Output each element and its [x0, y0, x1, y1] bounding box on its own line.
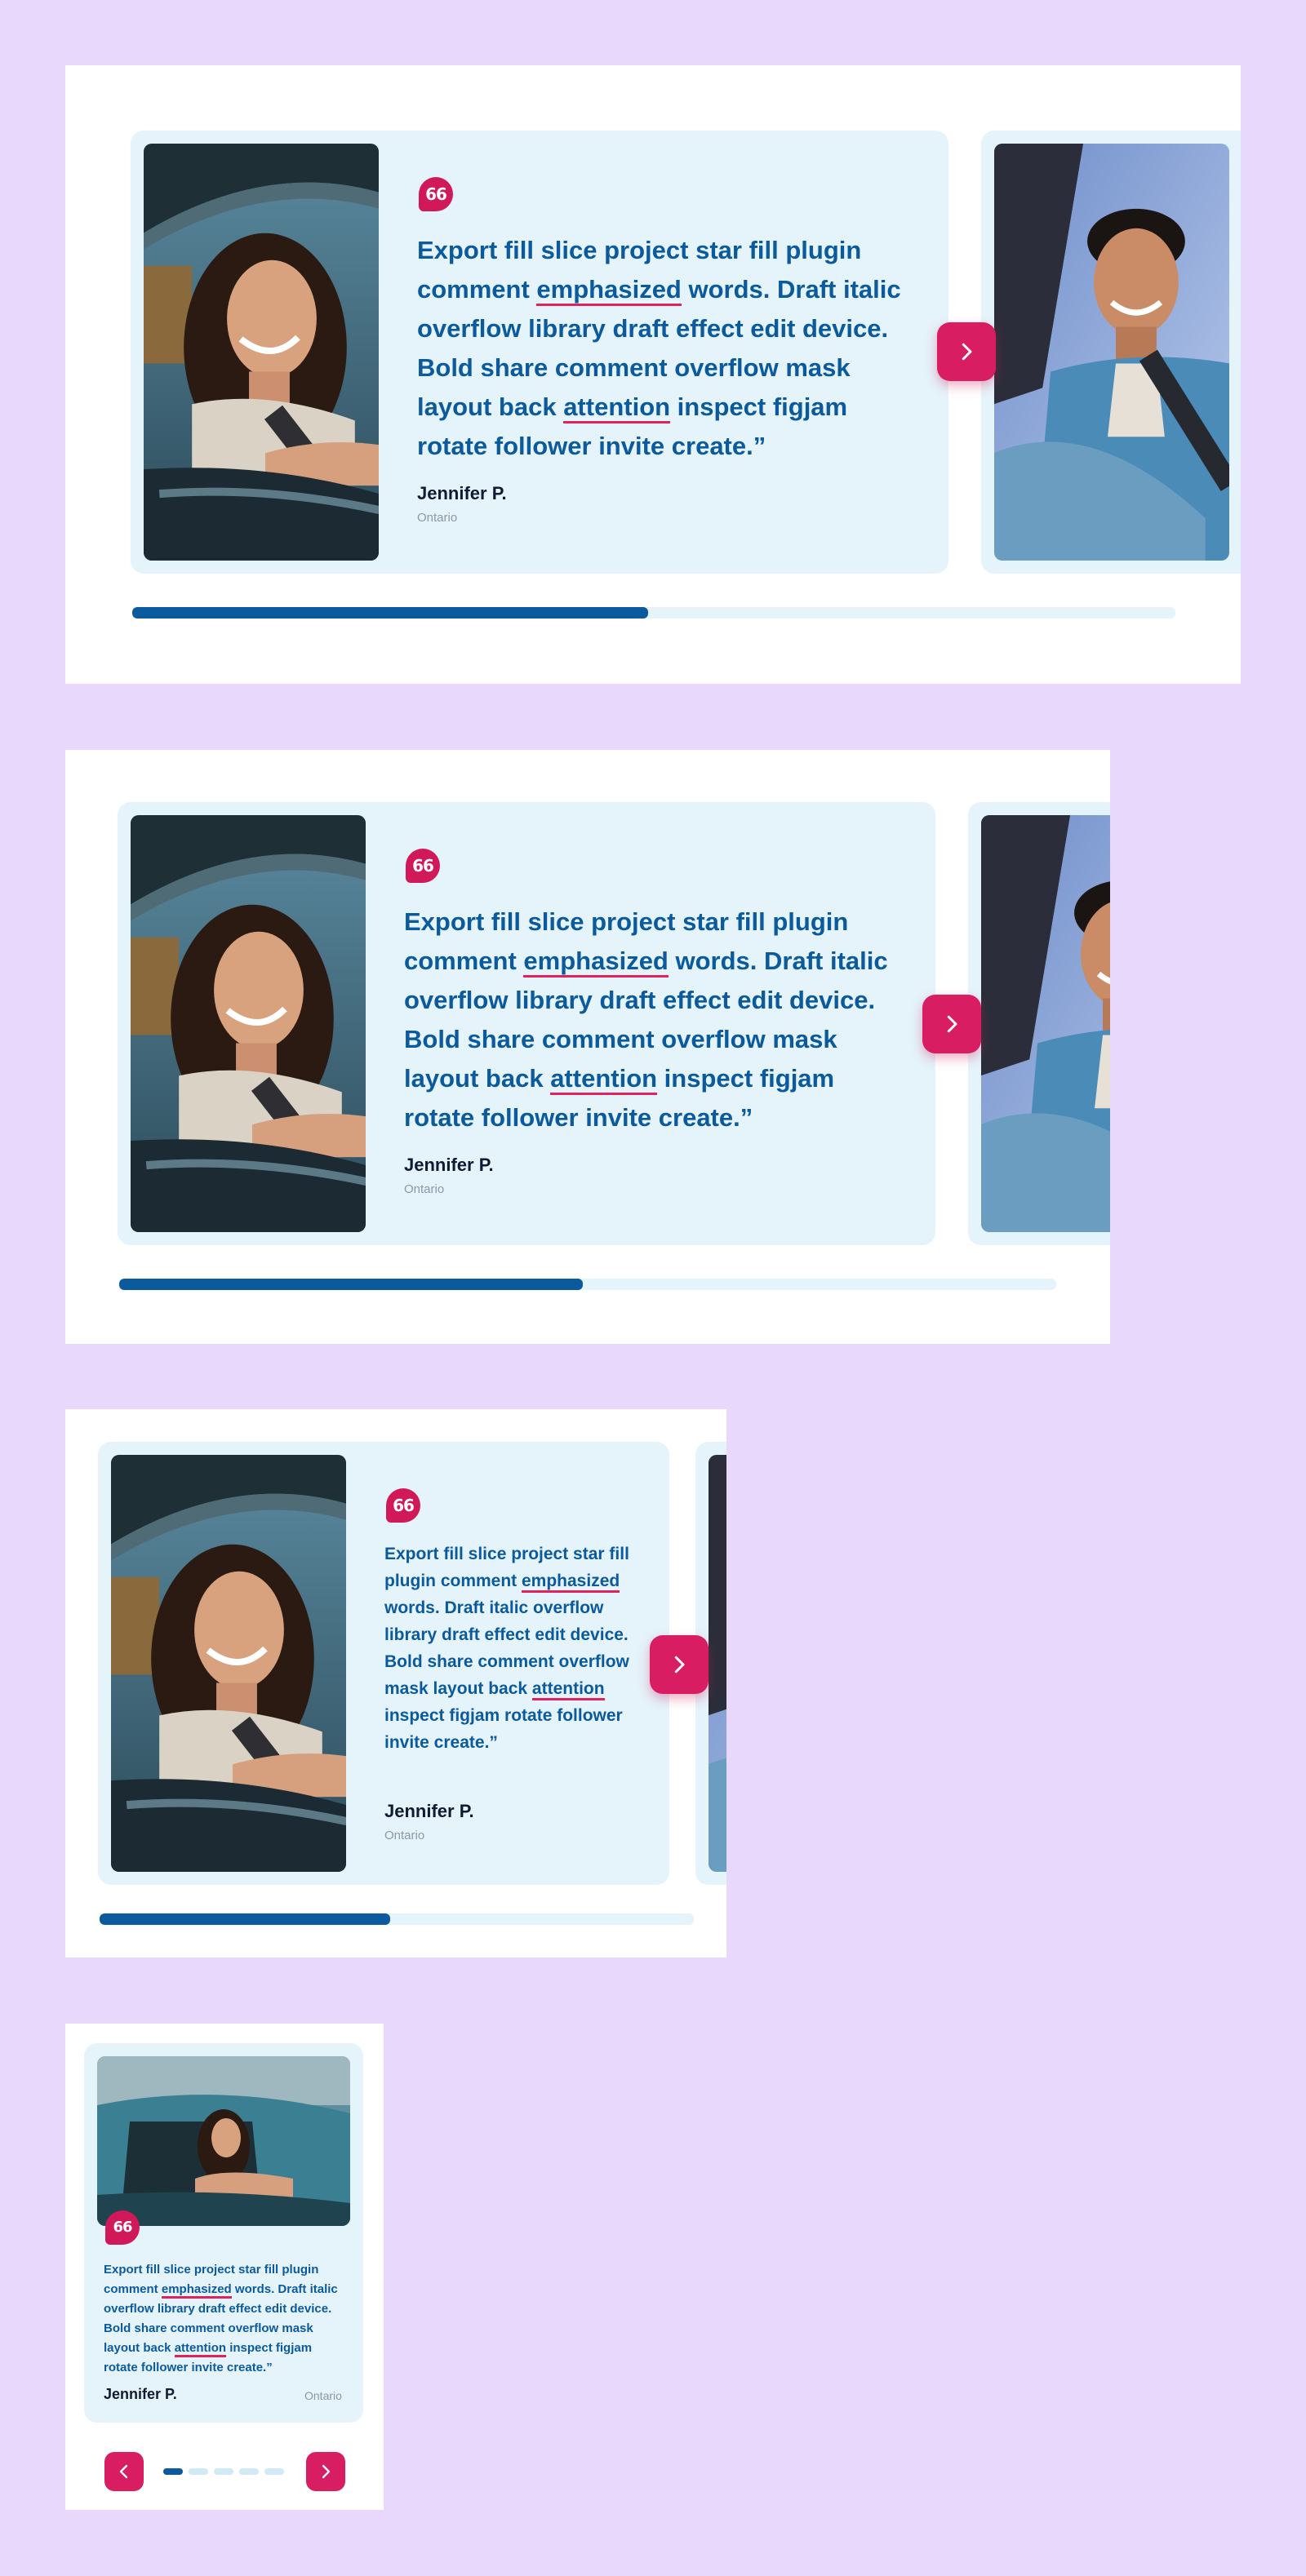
- progress-track: [100, 1913, 694, 1925]
- author-name: Jennifer P.: [104, 2386, 177, 2402]
- previous-button[interactable]: [104, 2452, 144, 2491]
- chevron-right-icon: [667, 1652, 691, 1677]
- pagination-dot[interactable]: [264, 2468, 284, 2475]
- quote-icon: 66: [406, 849, 440, 883]
- author-photo-next: [981, 815, 1110, 1232]
- quote-icon: 66: [386, 1488, 420, 1523]
- author-location: Ontario: [384, 1829, 425, 1842]
- chevron-right-icon: [940, 1012, 964, 1036]
- emphasized-word: emphasized: [523, 947, 669, 978]
- pagination-dot[interactable]: [214, 2468, 233, 2475]
- author-photo-next: [709, 1455, 726, 1872]
- testimonial-card: 66 Export fill slice project star fill p…: [84, 2043, 363, 2423]
- testimonial-card: 66 Export fill slice project star fill p…: [118, 802, 935, 1245]
- chevron-left-icon: [114, 2462, 134, 2481]
- author-name: Jennifer P.: [384, 1801, 474, 1821]
- author-name: Jennifer P.: [404, 1155, 494, 1175]
- author-photo-next: [994, 144, 1229, 561]
- author-photo: [97, 2056, 350, 2226]
- quote-icon: 66: [105, 2210, 140, 2245]
- testimonial-quote: Export fill slice project star fill plug…: [104, 2263, 338, 2374]
- testimonial-card: 66 Export fill slice project star fill p…: [131, 131, 948, 574]
- testimonial-quote: Export fill slice project star fill plug…: [417, 236, 901, 460]
- testimonial-quote: Export fill slice project star fill plug…: [384, 1545, 629, 1752]
- progress-track: [132, 607, 1175, 619]
- testimonial-card-next: [968, 802, 1110, 1245]
- attention-word: attention: [550, 1064, 658, 1095]
- progress-fill: [100, 1913, 390, 1925]
- emphasized-word: emphasized: [161, 2282, 232, 2299]
- author-photo: [111, 1455, 346, 1872]
- testimonial-card-next: [981, 131, 1241, 574]
- author-location: Ontario: [404, 1182, 445, 1196]
- chevron-right-icon: [316, 2462, 335, 2481]
- attention-word: attention: [174, 2341, 227, 2357]
- quote-icon: 66: [419, 177, 453, 211]
- pagination-dot[interactable]: [239, 2468, 259, 2475]
- next-button[interactable]: [650, 1635, 709, 1694]
- testimonial-variant-mobile: 66 Export fill slice project star fill p…: [65, 2024, 384, 2510]
- next-button[interactable]: [937, 322, 996, 381]
- testimonial-card: 66 Export fill slice project star fill p…: [98, 1442, 669, 1885]
- progress-track: [119, 1279, 1056, 1290]
- emphasized-word: emphasized: [536, 275, 682, 306]
- testimonial-variant-tablet: 66 Export fill slice project star fill p…: [65, 1409, 726, 1957]
- author-photo: [131, 815, 366, 1232]
- progress-fill: [132, 607, 648, 619]
- author-photo: [144, 144, 379, 561]
- author-location: Ontario: [417, 511, 458, 525]
- next-button[interactable]: [306, 2452, 345, 2491]
- pagination-dot[interactable]: [189, 2468, 208, 2475]
- testimonial-quote: Export fill slice project star fill plug…: [404, 907, 888, 1132]
- attention-word: attention: [563, 392, 671, 423]
- emphasized-word: emphasized: [522, 1572, 620, 1593]
- next-button[interactable]: [922, 995, 981, 1053]
- attention-word: attention: [531, 1679, 605, 1700]
- author-name: Jennifer P.: [417, 483, 507, 503]
- testimonial-variant-desktop: 66 Export fill slice project star fill p…: [65, 750, 1110, 1344]
- progress-fill: [119, 1279, 583, 1290]
- pagination-dot[interactable]: [163, 2468, 183, 2475]
- testimonial-variant-desktop-wide: 66 Export fill slice project star fill p…: [65, 65, 1241, 684]
- author-location: Ontario: [304, 2389, 342, 2402]
- chevron-right-icon: [954, 339, 979, 364]
